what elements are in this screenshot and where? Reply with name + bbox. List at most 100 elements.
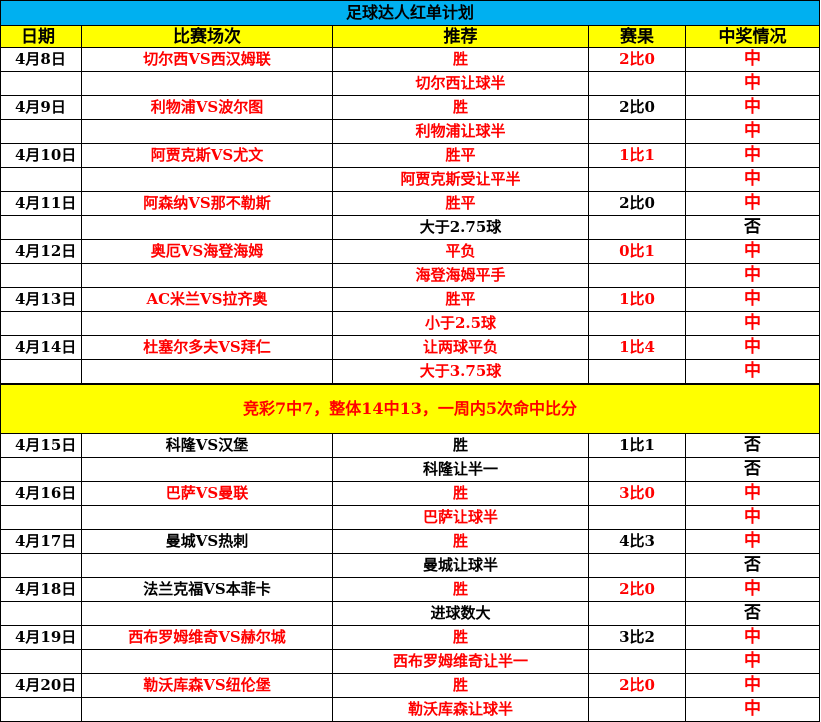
result-cell[interactable]: 2比0: [589, 96, 686, 120]
tip-cell[interactable]: 海登海姆平手: [333, 264, 589, 288]
empty-cell[interactable]: [82, 168, 333, 192]
header-tip[interactable]: 推荐: [333, 26, 589, 48]
tip-cell[interactable]: 胜平: [333, 144, 589, 168]
tip-cell[interactable]: 胜: [333, 578, 589, 602]
date-cell[interactable]: 4月10日: [0, 144, 82, 168]
header-hit[interactable]: 中奖情况: [686, 26, 820, 48]
empty-cell[interactable]: [589, 506, 686, 530]
empty-cell[interactable]: [0, 120, 82, 144]
match-cell[interactable]: 曼城VS热刺: [82, 530, 333, 554]
empty-cell[interactable]: [82, 650, 333, 674]
empty-cell[interactable]: [0, 312, 82, 336]
date-cell[interactable]: 4月18日: [0, 578, 82, 602]
empty-cell[interactable]: [82, 554, 333, 578]
hit-cell[interactable]: 中: [686, 506, 820, 530]
empty-cell[interactable]: [0, 360, 82, 384]
tip-cell[interactable]: 胜: [333, 674, 589, 698]
result-cell[interactable]: 4比3: [589, 530, 686, 554]
match-cell[interactable]: AC米兰VS拉齐奥: [82, 288, 333, 312]
empty-cell[interactable]: [82, 698, 333, 722]
hit-cell[interactable]: 中: [686, 96, 820, 120]
hit-cell[interactable]: 中: [686, 288, 820, 312]
empty-cell[interactable]: [0, 602, 82, 626]
hit-cell[interactable]: 中: [686, 626, 820, 650]
date-cell[interactable]: 4月20日: [0, 674, 82, 698]
empty-cell[interactable]: [82, 72, 333, 96]
tip-cell[interactable]: 胜: [333, 434, 589, 458]
hit-cell[interactable]: 中: [686, 264, 820, 288]
date-cell[interactable]: 4月8日: [0, 48, 82, 72]
hit-cell[interactable]: 中: [686, 578, 820, 602]
match-cell[interactable]: 杜塞尔多夫VS拜仁: [82, 336, 333, 360]
result-cell[interactable]: 1比4: [589, 336, 686, 360]
hit-cell[interactable]: 中: [686, 312, 820, 336]
empty-cell[interactable]: [589, 72, 686, 96]
tip-cell[interactable]: 曼城让球半: [333, 554, 589, 578]
empty-cell[interactable]: [82, 264, 333, 288]
sheet-title[interactable]: 足球达人红单计划: [0, 0, 820, 26]
tip-cell[interactable]: 大于2.75球: [333, 216, 589, 240]
empty-cell[interactable]: [0, 168, 82, 192]
result-cell[interactable]: 1比1: [589, 144, 686, 168]
tip-cell[interactable]: 胜平: [333, 288, 589, 312]
header-date[interactable]: 日期: [0, 26, 82, 48]
tip-cell[interactable]: 大于3.75球: [333, 360, 589, 384]
match-cell[interactable]: 法兰克福VS本菲卡: [82, 578, 333, 602]
empty-cell[interactable]: [589, 360, 686, 384]
empty-cell[interactable]: [0, 216, 82, 240]
empty-cell[interactable]: [0, 698, 82, 722]
hit-cell[interactable]: 中: [686, 192, 820, 216]
hit-cell[interactable]: 否: [686, 554, 820, 578]
result-cell[interactable]: 1比1: [589, 434, 686, 458]
tip-cell[interactable]: 巴萨让球半: [333, 506, 589, 530]
date-cell[interactable]: 4月17日: [0, 530, 82, 554]
tip-cell[interactable]: 让两球平负: [333, 336, 589, 360]
empty-cell[interactable]: [0, 264, 82, 288]
empty-cell[interactable]: [82, 312, 333, 336]
result-cell[interactable]: 0比1: [589, 240, 686, 264]
hit-cell[interactable]: 中: [686, 530, 820, 554]
hit-cell[interactable]: 中: [686, 698, 820, 722]
tip-cell[interactable]: 平负: [333, 240, 589, 264]
date-cell[interactable]: 4月19日: [0, 626, 82, 650]
hit-cell[interactable]: 中: [686, 72, 820, 96]
empty-cell[interactable]: [589, 168, 686, 192]
hit-cell[interactable]: 中: [686, 240, 820, 264]
empty-cell[interactable]: [0, 72, 82, 96]
empty-cell[interactable]: [589, 264, 686, 288]
tip-cell[interactable]: 阿贾克斯受让平半: [333, 168, 589, 192]
result-cell[interactable]: 2比0: [589, 192, 686, 216]
summary-banner[interactable]: 竞彩7中7，整体14中13，一周内5次命中比分: [0, 384, 820, 434]
hit-cell[interactable]: 中: [686, 360, 820, 384]
tip-cell[interactable]: 胜: [333, 482, 589, 506]
date-cell[interactable]: 4月12日: [0, 240, 82, 264]
tip-cell[interactable]: 切尔西让球半: [333, 72, 589, 96]
tip-cell[interactable]: 胜: [333, 530, 589, 554]
tip-cell[interactable]: 进球数大: [333, 602, 589, 626]
result-cell[interactable]: 3比2: [589, 626, 686, 650]
tip-cell[interactable]: 小于2.5球: [333, 312, 589, 336]
date-cell[interactable]: 4月13日: [0, 288, 82, 312]
hit-cell[interactable]: 否: [686, 458, 820, 482]
empty-cell[interactable]: [0, 650, 82, 674]
match-cell[interactable]: 西布罗姆维奇VS赫尔城: [82, 626, 333, 650]
header-result[interactable]: 赛果: [589, 26, 686, 48]
empty-cell[interactable]: [589, 698, 686, 722]
hit-cell[interactable]: 中: [686, 482, 820, 506]
date-cell[interactable]: 4月15日: [0, 434, 82, 458]
hit-cell[interactable]: 中: [686, 674, 820, 698]
tip-cell[interactable]: 胜平: [333, 192, 589, 216]
match-cell[interactable]: 阿贾克斯VS尤文: [82, 144, 333, 168]
empty-cell[interactable]: [82, 458, 333, 482]
match-cell[interactable]: 切尔西VS西汉姆联: [82, 48, 333, 72]
result-cell[interactable]: 1比0: [589, 288, 686, 312]
tip-cell[interactable]: 胜: [333, 48, 589, 72]
header-match[interactable]: 比赛场次: [82, 26, 333, 48]
match-cell[interactable]: 阿森纳VS那不勒斯: [82, 192, 333, 216]
date-cell[interactable]: 4月9日: [0, 96, 82, 120]
empty-cell[interactable]: [589, 120, 686, 144]
tip-cell[interactable]: 西布罗姆维奇让半一: [333, 650, 589, 674]
match-cell[interactable]: 巴萨VS曼联: [82, 482, 333, 506]
tip-cell[interactable]: 科隆让半一: [333, 458, 589, 482]
match-cell[interactable]: 奥厄VS海登海姆: [82, 240, 333, 264]
